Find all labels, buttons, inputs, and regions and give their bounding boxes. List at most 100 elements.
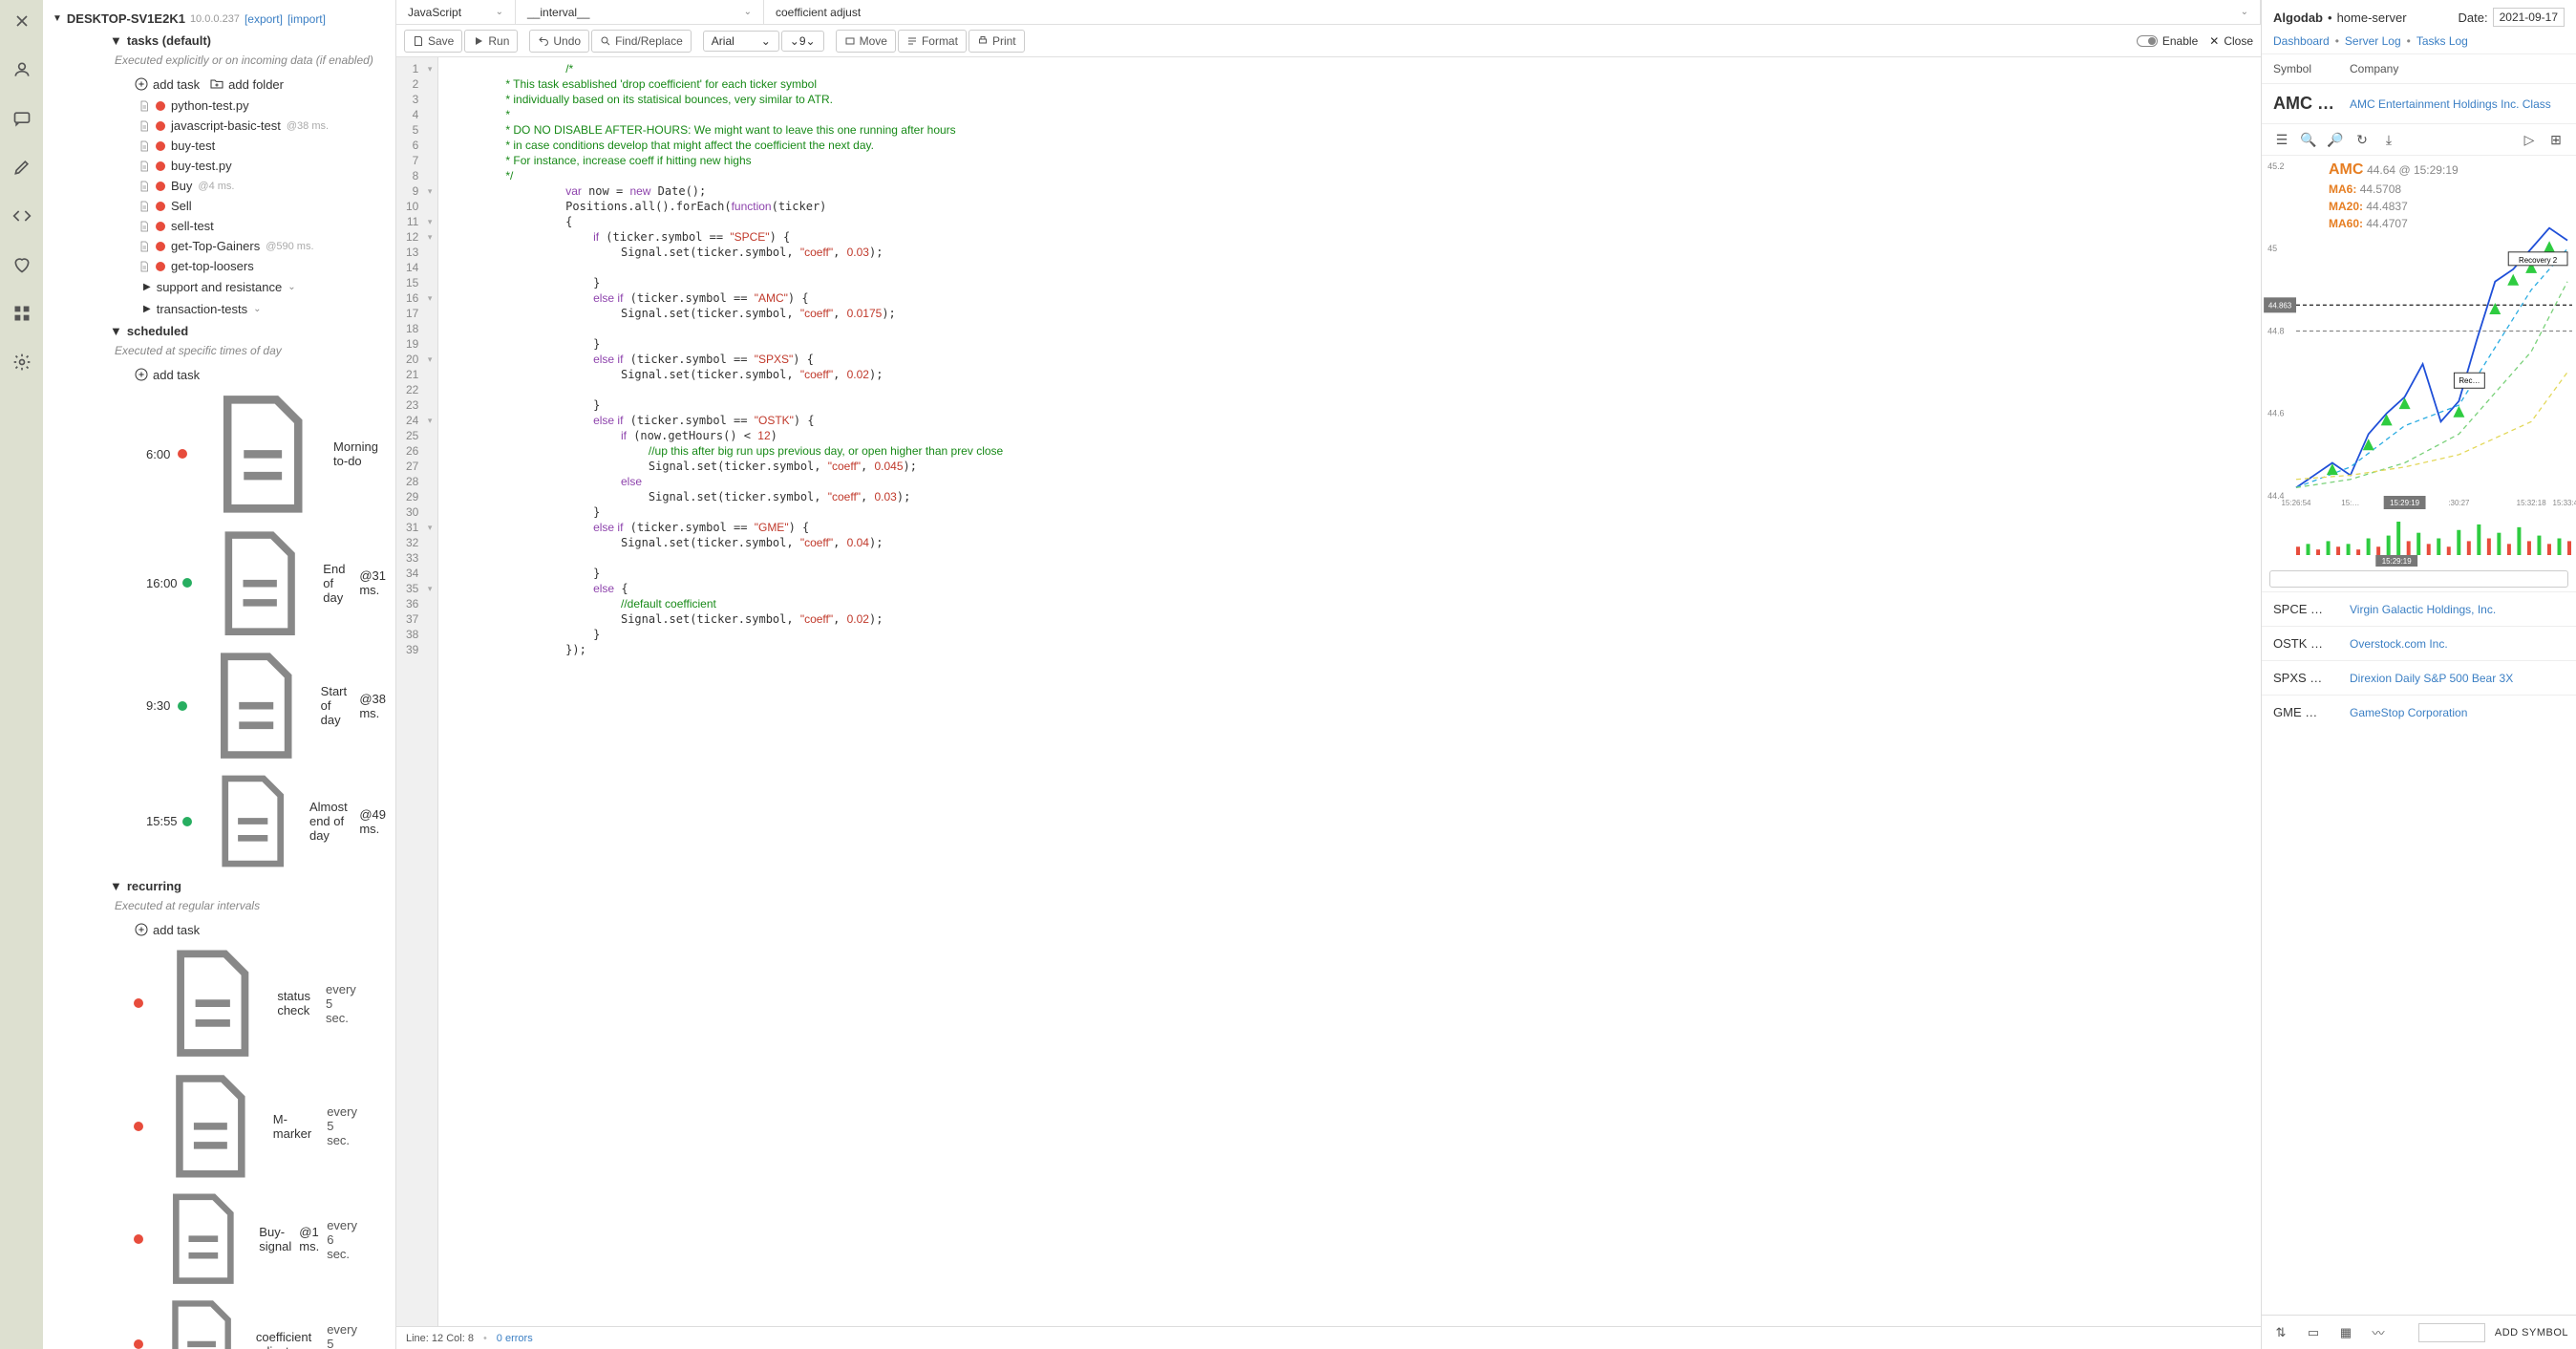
import-link[interactable]: [import] [287,12,326,26]
chart-icon[interactable]: 〰 [2367,1321,2390,1344]
save-button[interactable]: Save [404,30,462,53]
status-dot [156,161,165,171]
task-item[interactable]: Buy@4 ms. [43,176,395,196]
export-link[interactable]: [export] [245,12,283,26]
svg-text:15:32:18: 15:32:18 [2517,499,2547,507]
screen-icon[interactable]: ▭ [2302,1321,2325,1344]
add-task-button[interactable]: add task [134,76,200,92]
caret-right-icon: ▶ [143,304,151,314]
recurring-item[interactable]: coefficient adjustevery 5 min. [43,1293,395,1349]
scheduled-item[interactable]: 6:00Morning to-do [43,386,395,523]
dashboard-link[interactable]: Dashboard [2273,34,2330,48]
chat-icon[interactable] [12,109,32,131]
add-symbol-button[interactable]: ADD SYMBOL [2495,1327,2568,1338]
settings-icon[interactable] [12,353,32,375]
status-dot [156,242,165,251]
tasks-log-link[interactable]: Tasks Log [2416,34,2468,48]
add-sched-task-button[interactable]: add task [134,367,200,382]
symbol-row[interactable]: SPCE …Virgin Galactic Holdings, Inc. [2262,591,2576,626]
subsection[interactable]: ▶support and resistance⌄ [43,276,395,298]
status-dot [134,998,143,1008]
svg-text:15:29:19: 15:29:19 [2382,557,2413,566]
status-dot [156,101,165,111]
caret-down-icon: ▼ [110,879,122,893]
task-dropdown[interactable]: coefficient adjust⌄ [764,0,2261,24]
recurring-section-header[interactable]: ▼ recurring [43,875,395,897]
caret-right-icon: ▶ [143,282,151,292]
subsection[interactable]: ▶transaction-tests⌄ [43,298,395,320]
sort-icon[interactable]: ⇅ [2269,1321,2292,1344]
user-icon[interactable] [12,60,32,82]
dropdown-bar: JavaScript⌄ __interval__⌄ coefficient ad… [396,0,2261,25]
chevron-down-icon: ⌄ [287,282,295,292]
module-dropdown[interactable]: __interval__⌄ [516,0,764,24]
edit-icon[interactable] [12,158,32,180]
recurring-item[interactable]: status checkevery 5 sec. [43,941,395,1065]
symbol-row[interactable]: OSTK …Overstock.com Inc. [2262,626,2576,660]
scheduled-item[interactable]: 15:55Almost end of day@49 ms. [43,767,395,875]
refresh-icon[interactable]: ↻ [2350,128,2374,151]
task-item[interactable]: python-test.py [43,96,395,116]
heart-icon[interactable] [12,255,32,277]
apps-icon[interactable] [12,304,32,326]
find-button[interactable]: Find/Replace [591,30,692,53]
scheduled-item[interactable]: 16:00End of day@31 ms. [43,523,395,644]
code-icon[interactable] [12,206,32,228]
svg-text:44.6: 44.6 [2267,409,2284,418]
task-item[interactable]: get-top-loosers [43,256,395,276]
error-count[interactable]: 0 errors [497,1333,533,1344]
status-bar: Line: 12 Col: 8 • 0 errors [396,1326,2261,1349]
add-recur-task-button[interactable]: add task [134,922,200,937]
scheduled-item[interactable]: 9:30Start of day@38 ms. [43,644,395,767]
line-gutter: 1▾23456789▾1011▾12▾13141516▾17181920▾212… [396,57,438,1326]
task-item[interactable]: sell-test [43,216,395,236]
symbol-row[interactable]: SPXS …Direxion Daily S&P 500 Bear 3X [2262,660,2576,695]
date-input[interactable]: 2021-09-17 [2493,8,2565,27]
list-icon[interactable]: ☰ [2269,128,2294,151]
tree-root[interactable]: ▼ DESKTOP-SV1E2K1 10.0.0.237 [export] [i… [43,8,395,30]
svg-text::30:27: :30:27 [2448,499,2470,507]
print-button[interactable]: Print [969,30,1025,53]
pointer-icon[interactable]: ▷ [2517,128,2542,151]
task-item[interactable]: buy-test.py [43,156,395,176]
skip-end-icon[interactable]: ⤓ [2376,128,2401,151]
code-editor[interactable]: 1▾23456789▾1011▾12▾13141516▾17181920▾212… [396,57,2261,1326]
recurring-item[interactable]: M-markerevery 5 sec. [43,1066,395,1187]
price-chart[interactable]: AMC 44.64 @ 15:29:19 MA6: 44.5708 MA20: … [2262,156,2576,519]
scheduled-section-header[interactable]: ▼ scheduled [43,320,395,342]
status-dot [156,141,165,151]
format-button[interactable]: Format [898,30,967,53]
task-item[interactable]: get-Top-Gainers@590 ms. [43,236,395,256]
symbol-input[interactable] [2418,1323,2485,1342]
status-dot [134,1339,143,1349]
zoom-out-icon[interactable]: 🔍 [2296,128,2321,151]
font-select[interactable]: Arial⌄ [703,31,779,52]
chart-scrollbar[interactable] [2269,570,2568,588]
symbol-row[interactable]: GME …GameStop Corporation [2262,695,2576,729]
svg-text:45: 45 [2267,244,2277,253]
add-folder-button[interactable]: add folder [209,76,284,92]
run-button[interactable]: Run [464,30,518,53]
recurring-item[interactable]: Buy-signal@1 ms.every 6 sec. [43,1186,395,1292]
server-log-link[interactable]: Server Log [2345,34,2401,48]
task-item[interactable]: buy-test [43,136,395,156]
size-select[interactable]: ⌄9⌄ [781,31,824,52]
move-button[interactable]: Move [836,30,896,53]
code-content[interactable]: /* * This task esablished 'drop coeffici… [438,57,2261,1326]
svg-text:44.8: 44.8 [2267,326,2284,335]
tasks-section-header[interactable]: ▼ tasks (default) [43,30,395,52]
task-item[interactable]: javascript-basic-test@38 ms. [43,116,395,136]
task-item[interactable]: Sell [43,196,395,216]
grid-view-icon[interactable]: ▦ [2334,1321,2357,1344]
volume-chart[interactable]: 15:29:19 [2262,519,2576,567]
close-icon[interactable] [12,11,32,33]
close-button[interactable]: ✕ Close [2209,34,2253,48]
grid-icon[interactable]: ⊞ [2544,128,2568,151]
selected-symbol-row[interactable]: AMC … AMC Entertainment Holdings Inc. Cl… [2262,84,2576,123]
undo-button[interactable]: Undo [529,30,589,53]
enable-toggle[interactable]: Enable [2137,34,2198,48]
status-dot [156,222,165,231]
zoom-in-icon[interactable]: 🔎 [2323,128,2348,151]
lang-dropdown[interactable]: JavaScript⌄ [396,0,516,24]
status-dot [134,1234,143,1244]
